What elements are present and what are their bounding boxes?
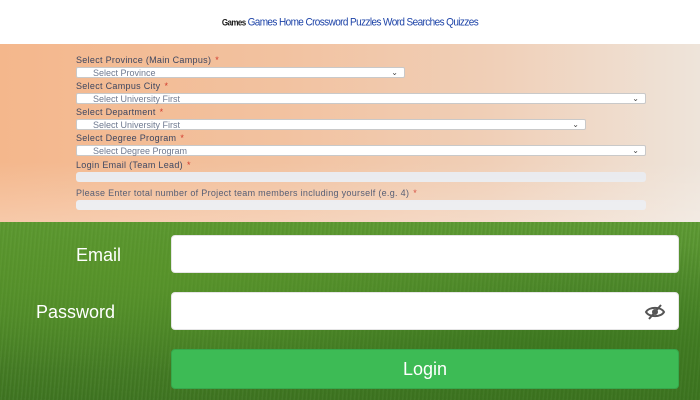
members-label: Please Enter total number of Project tea…	[76, 188, 418, 198]
email-field[interactable]	[171, 235, 679, 273]
email-label: Email	[76, 245, 122, 265]
required-mark: *	[180, 133, 185, 143]
province-label: Select Province (Main Campus) *	[76, 55, 220, 65]
nav-link-home[interactable]: Home	[279, 16, 304, 28]
login-email-input[interactable]	[76, 172, 646, 182]
chevron-down-icon: ⌄	[572, 120, 579, 129]
chevron-down-icon: ⌄	[391, 68, 398, 77]
top-nav: Games Games Home Crossword Puzzles Word S…	[0, 0, 700, 44]
chevron-down-icon: ⌄	[632, 146, 639, 155]
required-mark: *	[186, 160, 191, 170]
nav-link-games[interactable]: Games	[248, 16, 278, 28]
chevron-down-icon: ⌄	[632, 94, 639, 103]
password-label: Password	[36, 302, 116, 322]
degree-select[interactable]: Select Degree Program ⌄	[76, 145, 646, 156]
login-email-label: Login Email (Team Lead) *	[76, 160, 191, 170]
required-mark: *	[413, 188, 418, 198]
degree-label: Select Degree Program *	[76, 133, 185, 143]
nav-link-crossword[interactable]: Crossword	[305, 16, 348, 28]
campus-select[interactable]: Select University First ⌄	[76, 93, 646, 104]
nav-brand: Games	[221, 17, 246, 28]
required-mark: *	[159, 107, 164, 117]
nav-link-puzzles[interactable]: Puzzles	[350, 16, 381, 28]
nav-link-quizzes[interactable]: Quizzes	[446, 16, 479, 28]
required-mark: *	[215, 55, 220, 65]
login-panel: Email Password Login	[0, 222, 700, 400]
registration-form: Select Province (Main Campus) * Select Pr…	[0, 44, 700, 222]
required-mark: *	[164, 81, 169, 91]
department-select[interactable]: Select University First ⌄	[76, 119, 586, 130]
campus-label: Select Campus City *	[76, 81, 169, 91]
nav-link-word-searches[interactable]: Word Searches	[383, 16, 445, 28]
nav-links: Games Games Home Crossword Puzzles Word S…	[0, 16, 700, 28]
password-field[interactable]	[171, 292, 679, 330]
province-select[interactable]: Select Province ⌄	[76, 67, 405, 78]
eye-slash-icon[interactable]	[644, 302, 666, 322]
department-label: Select Department *	[76, 107, 164, 117]
members-input[interactable]	[76, 200, 646, 210]
login-button[interactable]: Login	[171, 349, 679, 389]
